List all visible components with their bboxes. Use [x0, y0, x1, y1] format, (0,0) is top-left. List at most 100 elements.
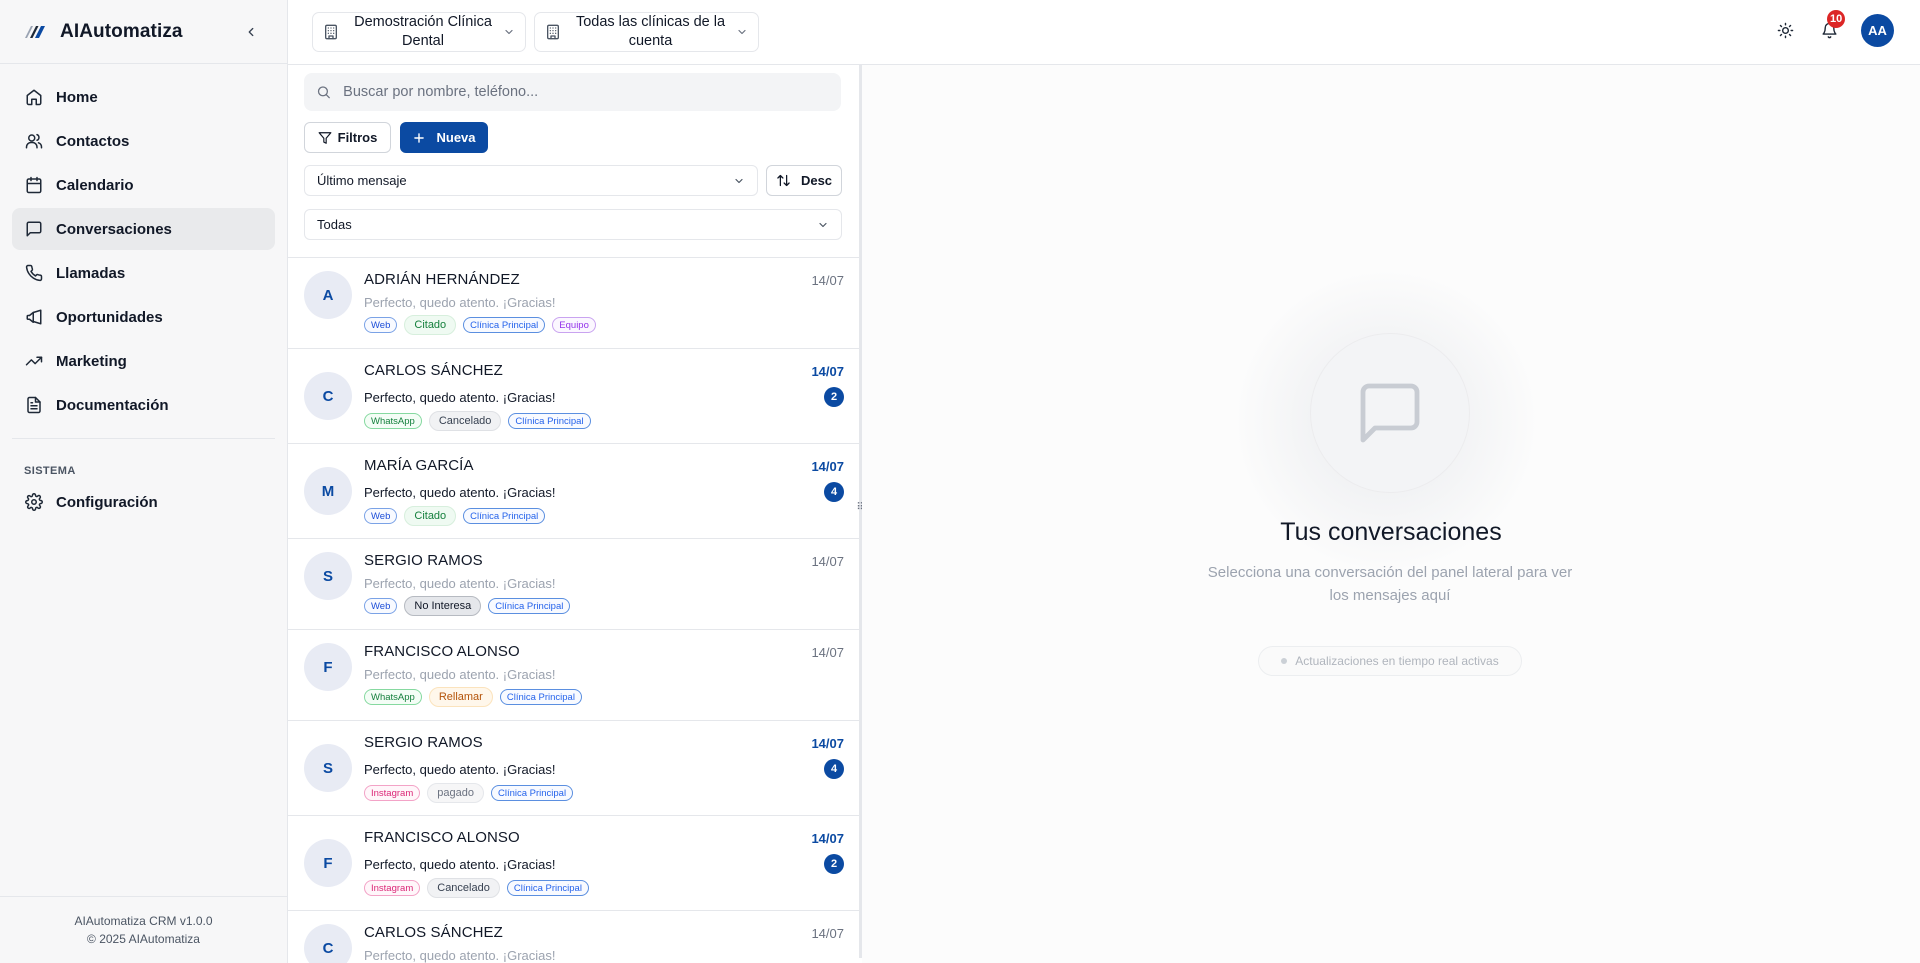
brand-header: AIAutomatiza	[0, 0, 287, 64]
tag-citado: Citado	[404, 315, 457, 335]
sidebar-item-home[interactable]: Home	[12, 76, 275, 118]
sidebar-item-label: Calendario	[56, 176, 134, 194]
search-icon	[317, 86, 330, 99]
tag-clinic: Clínica Principal	[508, 413, 591, 429]
last-message-date: 14/07	[811, 831, 844, 846]
gear-icon	[24, 492, 44, 512]
unread-count-badge: 4	[824, 482, 844, 502]
last-message-preview: Perfecto, quedo atento. ¡Gracias!	[364, 667, 556, 682]
last-message-preview: Perfecto, quedo atento. ¡Gracias!	[364, 485, 556, 500]
last-message-preview: Perfecto, quedo atento. ¡Gracias!	[364, 948, 556, 963]
contact-avatar: A	[304, 271, 352, 319]
sidebar-item-documentacion[interactable]: Documentación	[12, 384, 275, 426]
conversation-item[interactable]: M MARÍA GARCÍA Perfecto, quedo atento. ¡Gr…	[288, 444, 860, 539]
tag-clinic: Clínica Principal	[463, 317, 546, 333]
empty-state-illustration	[1310, 333, 1470, 493]
chevron-down-icon	[505, 29, 513, 35]
home-icon	[24, 87, 44, 107]
tag-clinic: Clínica Principal	[506, 880, 589, 896]
sidebar-item-llamadas[interactable]: Llamadas	[12, 252, 275, 294]
phone-icon	[24, 263, 44, 283]
sidebar-item-marketing[interactable]: Marketing	[12, 340, 275, 382]
conversation-list: A ADRIÁN HERNÁNDEZ Perfecto, quedo atento.…	[288, 258, 860, 963]
contact-name: SERGIO RAMOS	[364, 734, 483, 751]
conversation-item[interactable]: F FRANCISCO ALONSO Perfecto, quedo atento.…	[288, 630, 860, 721]
tag-rellamar: Rellamar	[428, 687, 493, 707]
conversation-item[interactable]: C CARLOS SÁNCHEZ Perfecto, quedo atento. ¡…	[288, 349, 860, 444]
conversation-item[interactable]: C CARLOS SÁNCHEZ Perfecto, quedo atento. ¡…	[288, 911, 860, 963]
message-square-icon	[1360, 383, 1420, 443]
sidebar-item-label: Configuración	[56, 493, 158, 511]
calendar-icon	[24, 175, 44, 195]
notifications-bell-icon[interactable]: 10	[1817, 9, 1846, 43]
filters-button-label: Filtros	[337, 130, 378, 145]
account-select[interactable]: Todas las clínicas de la cuenta	[534, 12, 759, 52]
tag-pagado: pagado	[427, 783, 484, 803]
user-avatar[interactable]: AA	[1861, 14, 1894, 47]
empty-state-subtitle: Selecciona una conversación del panel la…	[1207, 564, 1573, 604]
contact-name: CARLOS SÁNCHEZ	[364, 924, 503, 941]
sidebar-item-oportunidades[interactable]: Oportunidades	[12, 296, 275, 338]
conversation-item[interactable]: F FRANCISCO ALONSO Perfecto, quedo atento.…	[288, 816, 860, 911]
contact-name: CARLOS SÁNCHEZ	[364, 362, 503, 379]
contact-name: FRANCISCO ALONSO	[364, 829, 520, 846]
tag-web: Web	[364, 598, 398, 614]
message-square-icon	[24, 219, 44, 239]
conversation-item[interactable]: S SERGIO RAMOS Perfecto, quedo atento. ¡Gr…	[288, 721, 860, 816]
contact-name: MARÍA GARCÍA	[364, 457, 474, 474]
account-select-value: Todas las clínicas de la cuenta	[575, 14, 726, 49]
tag-clinic: Clínica Principal	[488, 598, 571, 614]
last-message-date: 14/07	[811, 364, 844, 379]
filters-button[interactable]: Filtros	[304, 122, 391, 153]
tag-web: Web	[364, 317, 398, 333]
unread-count-badge: 4	[824, 759, 844, 779]
contact-name: ADRIÁN HERNÁNDEZ	[364, 271, 520, 288]
collapse-sidebar-icon[interactable]	[239, 20, 263, 44]
realtime-status-label: Actualizaciones en tiempo real activas	[1295, 654, 1499, 668]
tag-nointeresa: No Interesa	[404, 596, 482, 616]
sidebar-item-label: Oportunidades	[56, 308, 163, 326]
tag-clinic: Clínica Principal	[463, 508, 546, 524]
topbar: Demostración Clínica Dental Todas las cl…	[288, 0, 1920, 65]
sidebar-item-contactos[interactable]: Contactos	[12, 120, 275, 162]
sidebar-item-label: Documentación	[56, 396, 169, 414]
tag-instagram: Instagram	[364, 785, 421, 801]
chevron-down-icon	[738, 29, 746, 35]
conversation-item[interactable]: A ADRIÁN HERNÁNDEZ Perfecto, quedo atento.…	[288, 258, 860, 349]
conversation-item[interactable]: S SERGIO RAMOS Perfecto, quedo atento. ¡Gr…	[288, 539, 860, 630]
system-nav: Configuración	[0, 481, 287, 523]
conversation-view: Tus conversaciones Selecciona una conver…	[862, 65, 1920, 963]
copyright: © 2025 AIAutomatiza	[87, 932, 200, 946]
contact-name: SERGIO RAMOS	[364, 552, 483, 569]
tag-citado: Citado	[404, 506, 457, 526]
last-message-date: 14/07	[811, 645, 844, 660]
notifications-count-badge: 10	[1827, 9, 1846, 28]
search-box	[304, 73, 841, 111]
theme-toggle-sun-icon[interactable]	[1773, 19, 1797, 43]
tag-clinic: Clínica Principal	[499, 689, 582, 705]
sidebar-item-label: Contactos	[56, 132, 130, 150]
new-button-label: Nueva	[436, 130, 476, 145]
sort-field-value: Último mensaje	[317, 173, 407, 188]
sidebar-item-label: Llamadas	[56, 264, 126, 282]
filter-icon	[318, 131, 332, 144]
sidebar-item-conversaciones[interactable]: Conversaciones	[12, 208, 275, 250]
search-input[interactable]	[343, 84, 829, 100]
last-message-date: 14/07	[811, 736, 844, 751]
sort-field-select[interactable]: Último mensaje	[304, 165, 758, 196]
new-conversation-button[interactable]: Nueva	[400, 122, 488, 153]
brand-name: AIAutomatiza	[60, 20, 183, 42]
sort-direction-button[interactable]: Desc	[766, 165, 842, 196]
sort-arrows-icon	[777, 174, 790, 187]
sidebar-item-label: Conversaciones	[56, 220, 172, 238]
tag-clinic: Clínica Principal	[490, 785, 574, 801]
sidebar-item-calendario[interactable]: Calendario	[12, 164, 275, 206]
clinic-select[interactable]: Demostración Clínica Dental	[312, 12, 526, 52]
contact-name: FRANCISCO ALONSO	[364, 643, 520, 660]
status-filter-select[interactable]: Todas	[304, 209, 842, 240]
last-message-preview: Perfecto, quedo atento. ¡Gracias!	[364, 390, 556, 405]
sidebar-item-label: Marketing	[56, 352, 127, 370]
chevron-down-icon	[819, 222, 827, 227]
app-version: AIAutomatiza CRM v1.0.0	[74, 914, 213, 928]
sidebar-item-configuracion[interactable]: Configuración	[12, 481, 275, 523]
